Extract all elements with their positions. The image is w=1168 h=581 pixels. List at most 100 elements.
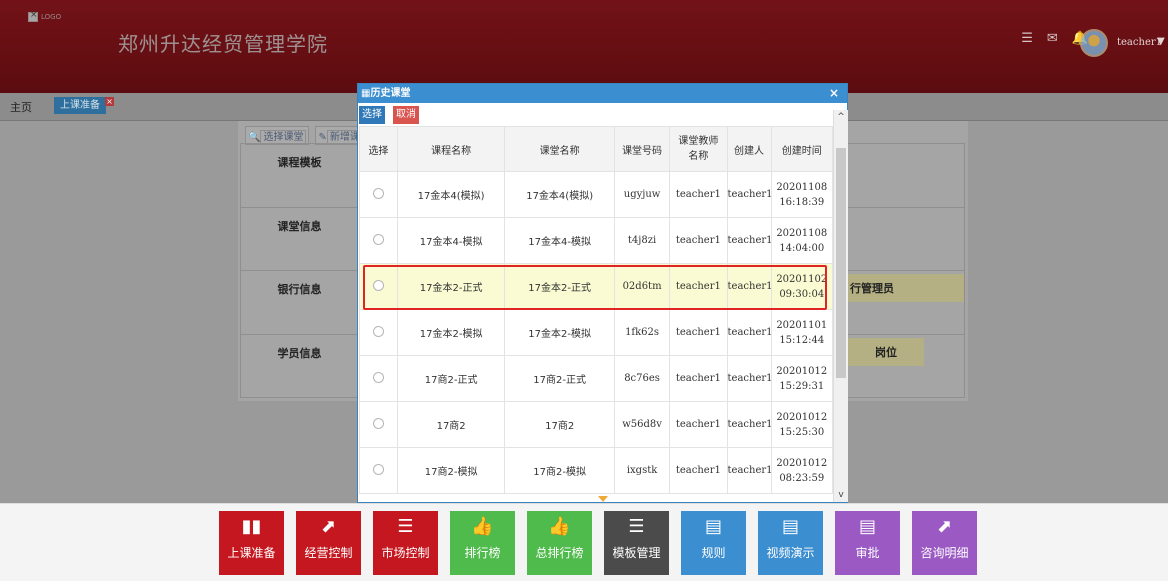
row-radio[interactable] xyxy=(372,463,384,475)
row-radio-cell[interactable] xyxy=(359,217,398,264)
row-radio-cell[interactable] xyxy=(359,447,398,494)
avatar[interactable] xyxy=(1080,29,1108,57)
growth-chart-icon: ⬈ xyxy=(936,516,953,537)
toolbar-button-label: 市场控制 xyxy=(381,546,430,560)
col-select: 选择 xyxy=(359,126,398,172)
creator: teacher1 xyxy=(726,447,773,494)
class-name: 17金本4(模拟) xyxy=(504,171,615,218)
creator: teacher1 xyxy=(726,263,773,310)
close-icon[interactable]: × xyxy=(105,97,114,106)
teacher-name: teacher1 xyxy=(669,355,728,402)
toolbar-button-6[interactable]: ☰ 模板管理 xyxy=(604,511,669,575)
class-code: 02d6tm xyxy=(613,263,671,310)
created-time: 20201012 15:29:31 xyxy=(770,355,834,402)
tab-home[interactable]: 主页 xyxy=(10,99,32,115)
col-class-code[interactable]: 课堂号码 xyxy=(613,126,671,172)
toolbar-button-9[interactable]: ▤ 审批 xyxy=(835,511,900,575)
class-name: 17金本4-模拟 xyxy=(504,217,615,264)
creator: teacher1 xyxy=(726,355,773,402)
class-code: ixgstk xyxy=(613,447,671,494)
created-clock: 09:30:04 xyxy=(779,288,825,300)
row-radio[interactable] xyxy=(372,233,384,245)
select-button[interactable]: 选择 xyxy=(359,106,385,124)
row-label: 课堂信息 xyxy=(241,208,359,270)
created-time: 20201108 16:18:39 xyxy=(770,171,834,218)
row-radio-cell[interactable] xyxy=(359,263,398,310)
table-row[interactable]: 17金本2-正式 17金本2-正式 02d6tm teacher1 teacher1 20… xyxy=(359,263,834,310)
table-row[interactable]: 17金本2-模拟 17金本2-模拟 1fk62s teacher1 teacher1 20… xyxy=(359,309,834,356)
row-radio[interactable] xyxy=(372,279,384,291)
table-row[interactable]: 17商2 17商2 w56d8v teacher1 teacher1 20201012 15… xyxy=(359,401,834,448)
created-clock: 08:23:59 xyxy=(779,472,825,484)
menu-icon[interactable]: ☰ xyxy=(1021,31,1033,46)
creator: teacher1 xyxy=(726,401,773,448)
row-radio[interactable] xyxy=(372,371,384,383)
document-icon: ▤ xyxy=(781,516,799,537)
course-name: 17商2 xyxy=(396,401,506,448)
tab-class-prep[interactable]: 上课准备 xyxy=(54,97,106,114)
toolbar-button-5[interactable]: 👍 总排行榜 xyxy=(527,511,592,575)
header-actions: ☰ ✉ 🔔 xyxy=(1021,31,1088,46)
row-radio[interactable] xyxy=(372,417,384,429)
growth-chart-icon: ⬈ xyxy=(320,516,337,537)
created-time: 20201108 14:04:00 xyxy=(770,217,834,264)
created-time: 20201012 08:23:59 xyxy=(770,447,834,494)
course-name: 17金本4-模拟 xyxy=(396,217,506,264)
scroll-more-icon[interactable] xyxy=(598,496,608,502)
table-row[interactable]: 17商2-正式 17商2-正式 8c76es teacher1 teacher1 2020… xyxy=(359,355,834,402)
created-time: 20201101 15:12:44 xyxy=(770,309,834,356)
position-header-cell: 岗位 xyxy=(848,338,924,366)
chevron-down-icon[interactable]: ▼ xyxy=(1157,36,1165,47)
modal-overlay-header xyxy=(0,0,1168,93)
row-radio-cell[interactable] xyxy=(359,171,398,218)
close-icon[interactable]: × xyxy=(829,84,839,103)
toolbar-button-4[interactable]: 👍 排行榜 xyxy=(450,511,515,575)
bank-role-cell: 行管理员 xyxy=(848,274,964,302)
col-creator[interactable]: 创建人 xyxy=(726,126,772,172)
toolbar-button-2[interactable]: ⬈ 经营控制 xyxy=(296,511,361,575)
col-class-name[interactable]: 课堂名称 xyxy=(504,126,615,172)
row-radio[interactable] xyxy=(372,325,384,337)
row-radio-cell[interactable] xyxy=(359,355,398,402)
row-radio[interactable] xyxy=(372,187,384,199)
scroll-down-icon[interactable]: v xyxy=(834,488,848,502)
toolbar-button-8[interactable]: ▤ 视频演示 xyxy=(758,511,823,575)
toolbar-button-1[interactable]: ▮▮ 上课准备 xyxy=(219,511,284,575)
col-teacher-name[interactable]: 课堂教师名称 xyxy=(669,126,728,172)
col-course-name[interactable]: 课程名称 xyxy=(396,126,506,172)
document-icon: ▤ xyxy=(704,516,722,537)
row-radio-cell[interactable] xyxy=(359,309,398,356)
row-radio-cell[interactable] xyxy=(359,401,398,448)
toolbar-button-7[interactable]: ▤ 规则 xyxy=(681,511,746,575)
scroll-thumb[interactable] xyxy=(836,148,846,378)
toolbar-button-3[interactable]: ☰ 市场控制 xyxy=(373,511,438,575)
toolbar-button-label: 经营控制 xyxy=(304,546,353,560)
cancel-button[interactable]: 取消 xyxy=(393,106,419,124)
username[interactable]: teacher1 xyxy=(1117,37,1162,48)
thumbs-up-icon: 👍 xyxy=(548,516,571,537)
toolbar-button-label: 上课准备 xyxy=(227,546,276,560)
table-scrollbar[interactable]: ^ v xyxy=(833,110,848,502)
teacher-name: teacher1 xyxy=(669,217,728,264)
table-row[interactable]: 17金本4-模拟 17金本4-模拟 t4j8zi teacher1 teacher1 20… xyxy=(359,217,834,264)
created-clock: 15:12:44 xyxy=(779,334,825,346)
class-name: 17金本2-正式 xyxy=(504,263,615,310)
class-name: 17商2-模拟 xyxy=(504,447,615,494)
col-created-time[interactable]: 创建时间 xyxy=(770,126,834,172)
table-row[interactable]: 17商2-模拟 17商2-模拟 ixgstk teacher1 teacher1 2020… xyxy=(359,447,834,494)
list-icon: ☰ xyxy=(397,516,414,537)
app-header: LOGO 郑州升达经贸管理学院 ☰ ✉ 🔔 teacher1 ▼ xyxy=(0,0,1168,94)
table-row[interactable]: 17金本4(模拟) 17金本4(模拟) ugyjuw teacher1 teacher1… xyxy=(359,171,834,218)
scroll-up-icon[interactable]: ^ xyxy=(834,110,848,124)
class-code: t4j8zi xyxy=(613,217,671,264)
toolbar-button-label: 模板管理 xyxy=(612,546,661,560)
row-label: 学员信息 xyxy=(241,335,359,397)
dialog-title: 历史课堂 xyxy=(370,88,411,99)
toolbar-button-10[interactable]: ⬈ 咨询明细 xyxy=(912,511,977,575)
list-icon: ☰ xyxy=(628,516,645,537)
row-label: 银行信息 xyxy=(241,271,359,334)
toolbar-button-label: 视频演示 xyxy=(766,546,815,560)
teacher-name: teacher1 xyxy=(669,171,728,218)
row-label: 课程模板 xyxy=(241,144,359,207)
mail-icon[interactable]: ✉ xyxy=(1047,31,1058,46)
